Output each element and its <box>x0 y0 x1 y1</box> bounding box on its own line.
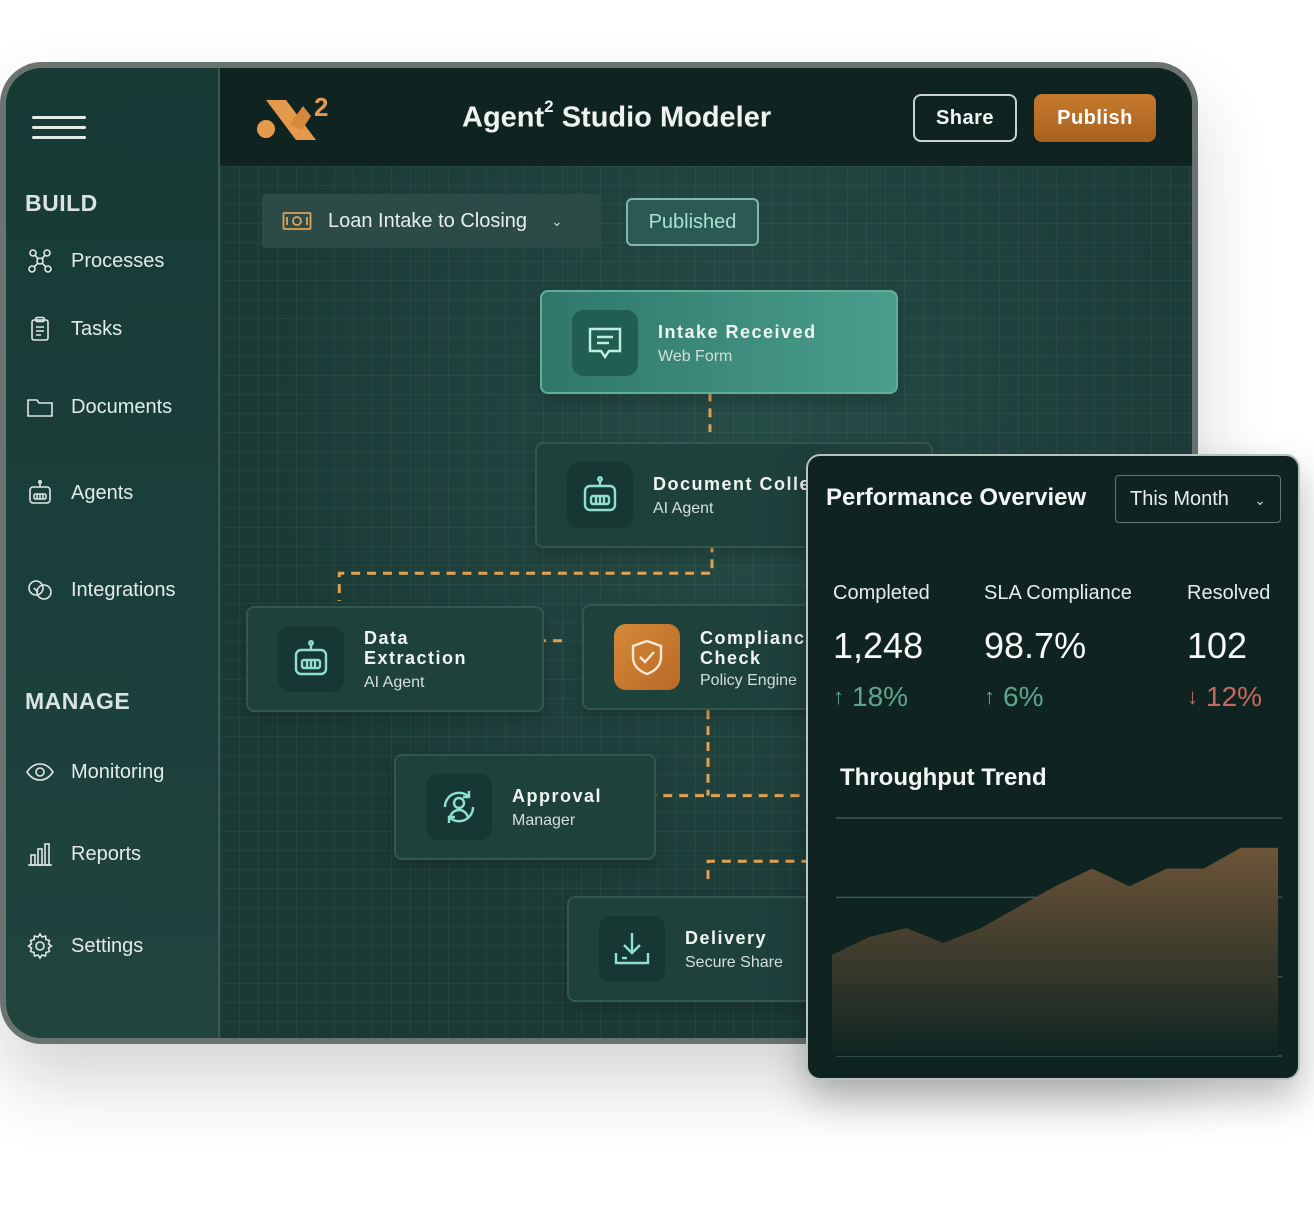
node-title-line-1: Compliance <box>700 628 818 648</box>
metric-label: Completed <box>833 582 930 604</box>
metric-value: 98.7% <box>984 625 1087 666</box>
message-icon <box>588 327 622 360</box>
arrow-up-icon: ↑ <box>833 684 844 709</box>
node-icon-container <box>278 626 344 692</box>
chevron-down-icon: ⌄ <box>1254 492 1266 508</box>
eye-icon <box>26 763 54 781</box>
node-subtitle: AI Agent <box>364 674 425 691</box>
node-approval[interactable]: Approval Manager <box>394 754 656 860</box>
node-title: Intake Received <box>658 322 817 342</box>
sidebar-item-label: Processes <box>71 249 165 272</box>
metric-label: Resolved <box>1187 582 1271 604</box>
node-title: Delivery <box>685 928 768 948</box>
brand-logo[interactable]: 2 <box>256 92 336 146</box>
node-icon-container <box>426 774 492 840</box>
logo-superscript: 2 <box>314 94 328 122</box>
node-icon-container <box>567 462 633 528</box>
sidebar-item-agents[interactable]: Agents <box>25 476 133 510</box>
card-title: Performance Overview <box>826 484 1087 511</box>
gear-icon <box>27 932 53 960</box>
sidebar-item-label: Agents <box>71 481 134 504</box>
sidebar-item-settings[interactable]: Settings <box>25 929 143 963</box>
metric-sla-compliance: SLA Compliance 98.7% ↑ 6% <box>984 582 1132 713</box>
sidebar-item-monitoring[interactable]: Monitoring <box>25 755 164 789</box>
sidebar-item-label: Tasks <box>71 317 123 340</box>
page-title: Agent2 Studio Modeler <box>462 97 772 134</box>
sidebar-item-documents[interactable]: Documents <box>25 390 172 424</box>
processes-icon <box>28 249 52 273</box>
period-select-label: This Month <box>1130 487 1229 510</box>
metric-delta: ↓ 12% <box>1187 681 1263 712</box>
metric-resolved: Resolved 102 ↓ 12% <box>1187 582 1270 713</box>
section-label-build: BUILD <box>25 190 98 216</box>
node-delivery[interactable]: Delivery Secure Share <box>567 896 827 1002</box>
money-icon <box>282 212 312 230</box>
node-compliance-check[interactable]: Compliance Check Policy Engine <box>582 604 822 710</box>
sidebar-item-tasks[interactable]: Tasks <box>25 312 122 346</box>
shield-check-icon <box>631 639 663 676</box>
integrations-icon <box>28 580 52 600</box>
metric-value: 102 <box>1187 625 1248 666</box>
arrow-up-icon: ↑ <box>984 684 995 709</box>
top-bar: 2 Agent2 Studio Modeler Share Publish <box>220 68 1192 166</box>
node-title: Approval <box>512 786 603 806</box>
sidebar-item-label: Monitoring <box>71 760 165 783</box>
node-subtitle: AI Agent <box>653 500 714 517</box>
share-button[interactable]: Share <box>913 94 1017 142</box>
sidebar-item-label: Settings <box>71 934 144 957</box>
metric-delta: ↑ 18% <box>833 681 909 712</box>
node-title-line-2: Check <box>700 648 762 668</box>
metric-completed: Completed 1,248 ↑ 18% <box>833 582 930 713</box>
node-title: Document Colle <box>653 474 812 494</box>
metric-value: 1,248 <box>833 625 924 666</box>
node-icon-container <box>614 624 680 690</box>
node-icon-container <box>599 916 665 982</box>
bar-chart-icon <box>28 843 52 866</box>
robot-icon <box>294 639 328 676</box>
status-badge: Published <box>626 198 759 246</box>
node-icon-container <box>572 310 638 376</box>
sidebar-item-processes[interactable]: Processes <box>25 244 164 278</box>
process-select-label: Loan Intake to Closing <box>328 209 528 232</box>
process-select[interactable]: Loan Intake to Closing ⌄ <box>262 194 600 248</box>
throughput-area-series <box>832 847 1278 1056</box>
folder-icon <box>27 399 53 417</box>
arrow-down-icon: ↓ <box>1187 684 1198 709</box>
period-select[interactable]: This Month ⌄ <box>1115 475 1281 523</box>
hamburger-menu-icon[interactable] <box>32 116 86 140</box>
sidebar-item-label: Integrations <box>71 578 176 601</box>
sidebar-item-label: Documents <box>71 395 173 418</box>
download-tray-icon <box>614 933 650 965</box>
sidebar-item-integrations[interactable]: Integrations <box>25 573 176 607</box>
robot-icon <box>583 475 617 512</box>
clipboard-icon <box>31 316 49 341</box>
metric-delta: ↑ 6% <box>984 681 1044 712</box>
node-subtitle: Policy Engine <box>700 672 797 689</box>
node-title-line-1: Data <box>364 628 410 648</box>
user-sync-icon <box>443 791 475 823</box>
sidebar-item-label: Reports <box>71 842 142 865</box>
sidebar: BUILD Processes Tasks Documents Agents I… <box>6 68 220 1038</box>
node-subtitle: Secure Share <box>685 954 783 971</box>
chevron-down-icon: ⌄ <box>551 212 563 229</box>
throughput-trend-chart <box>832 817 1282 1057</box>
trend-title: Throughput Trend <box>840 764 1047 791</box>
node-intake-received[interactable]: Intake Received Web Form <box>540 290 898 394</box>
metric-label: SLA Compliance <box>984 582 1132 604</box>
node-title-line-2: Extraction <box>364 648 468 668</box>
sidebar-item-reports[interactable]: Reports <box>25 837 141 871</box>
publish-button[interactable]: Publish <box>1034 94 1156 142</box>
performance-overview-card: Performance Overview This Month ⌄ Comple… <box>806 454 1300 1080</box>
section-label-manage: MANAGE <box>25 688 131 714</box>
node-subtitle: Web Form <box>658 348 733 365</box>
node-subtitle: Manager <box>512 812 576 829</box>
node-data-extraction[interactable]: Data Extraction AI Agent <box>246 606 544 712</box>
robot-icon <box>29 479 51 504</box>
